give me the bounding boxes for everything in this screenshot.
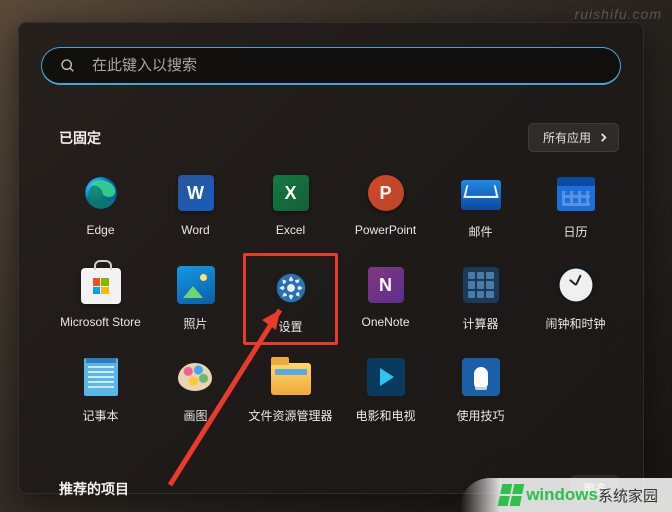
app-excel[interactable]: X Excel [243,161,338,253]
calculator-icon [463,267,499,303]
app-label: 闹钟和时钟 [545,315,605,332]
app-edge[interactable]: Edge [53,161,148,253]
app-tips[interactable]: 使用技巧 [433,345,528,437]
app-label: 使用技巧 [456,407,504,424]
app-label: 文件资源管理器 [248,407,332,424]
app-clock[interactable]: 闹钟和时钟 [528,253,623,345]
calendar-icon [557,177,595,211]
app-label: 计算器 [462,315,498,332]
recommended-title: 推荐的项目 [59,479,129,499]
app-label: 画图 [183,407,207,424]
app-label: OneNote [361,315,409,329]
pinned-title: 已固定 [59,128,101,148]
app-label: 日历 [563,223,587,240]
photos-icon [177,266,215,304]
more-label: 更多 [583,480,607,497]
app-label: Word [181,223,209,237]
app-photos[interactable]: 照片 [148,253,243,345]
store-icon [81,268,121,304]
app-word[interactable]: W Word [148,161,243,253]
app-settings[interactable]: 设置 [243,253,338,345]
app-label: 设置 [278,318,302,335]
lightbulb-icon [462,358,500,396]
pinned-header-row: 已固定 所有应用 [59,123,619,152]
recommended-header-row: 推荐的项目 更多 [59,475,619,502]
all-apps-label: 所有应用 [543,129,591,146]
app-label: 照片 [183,315,207,332]
search-box[interactable] [41,47,621,85]
app-paint[interactable]: 画图 [148,345,243,437]
all-apps-button[interactable]: 所有应用 [528,123,619,152]
mail-icon [461,180,501,210]
play-icon [367,358,405,396]
start-menu: 已固定 所有应用 Edge W Word X Excel P PowerPoin… [18,22,644,494]
app-movies-tv[interactable]: 电影和电视 [338,345,433,437]
app-label: 电影和电视 [355,407,415,424]
clock-icon [557,266,595,304]
pinned-apps-grid: Edge W Word X Excel P PowerPoint 邮件 日历 M… [53,161,625,437]
app-mail[interactable]: 邮件 [433,161,528,253]
app-file-explorer[interactable]: 文件资源管理器 [243,345,338,437]
app-label: 邮件 [468,223,492,240]
app-notepad[interactable]: 记事本 [53,345,148,437]
notepad-icon [84,358,118,396]
app-label: Excel [276,223,305,237]
powerpoint-icon: P [368,175,404,211]
edge-icon [81,173,121,213]
app-powerpoint[interactable]: P PowerPoint [338,161,433,253]
app-label: PowerPoint [355,223,416,237]
app-onenote[interactable]: N OneNote [338,253,433,345]
more-button[interactable]: 更多 [571,475,619,502]
search-input[interactable] [90,56,602,75]
chevron-right-icon [599,133,608,142]
onenote-icon: N [368,267,404,303]
app-label: Microsoft Store [60,315,141,329]
excel-icon: X [273,175,309,211]
gear-icon [271,268,311,308]
app-label: 记事本 [82,407,118,424]
app-microsoft-store[interactable]: Microsoft Store [53,253,148,345]
app-label: Edge [86,223,114,237]
search-icon [60,58,76,74]
app-calendar[interactable]: 日历 [528,161,623,253]
app-calculator[interactable]: 计算器 [433,253,528,345]
folder-icon [271,363,311,395]
paint-icon [176,357,216,397]
word-icon: W [178,175,214,211]
